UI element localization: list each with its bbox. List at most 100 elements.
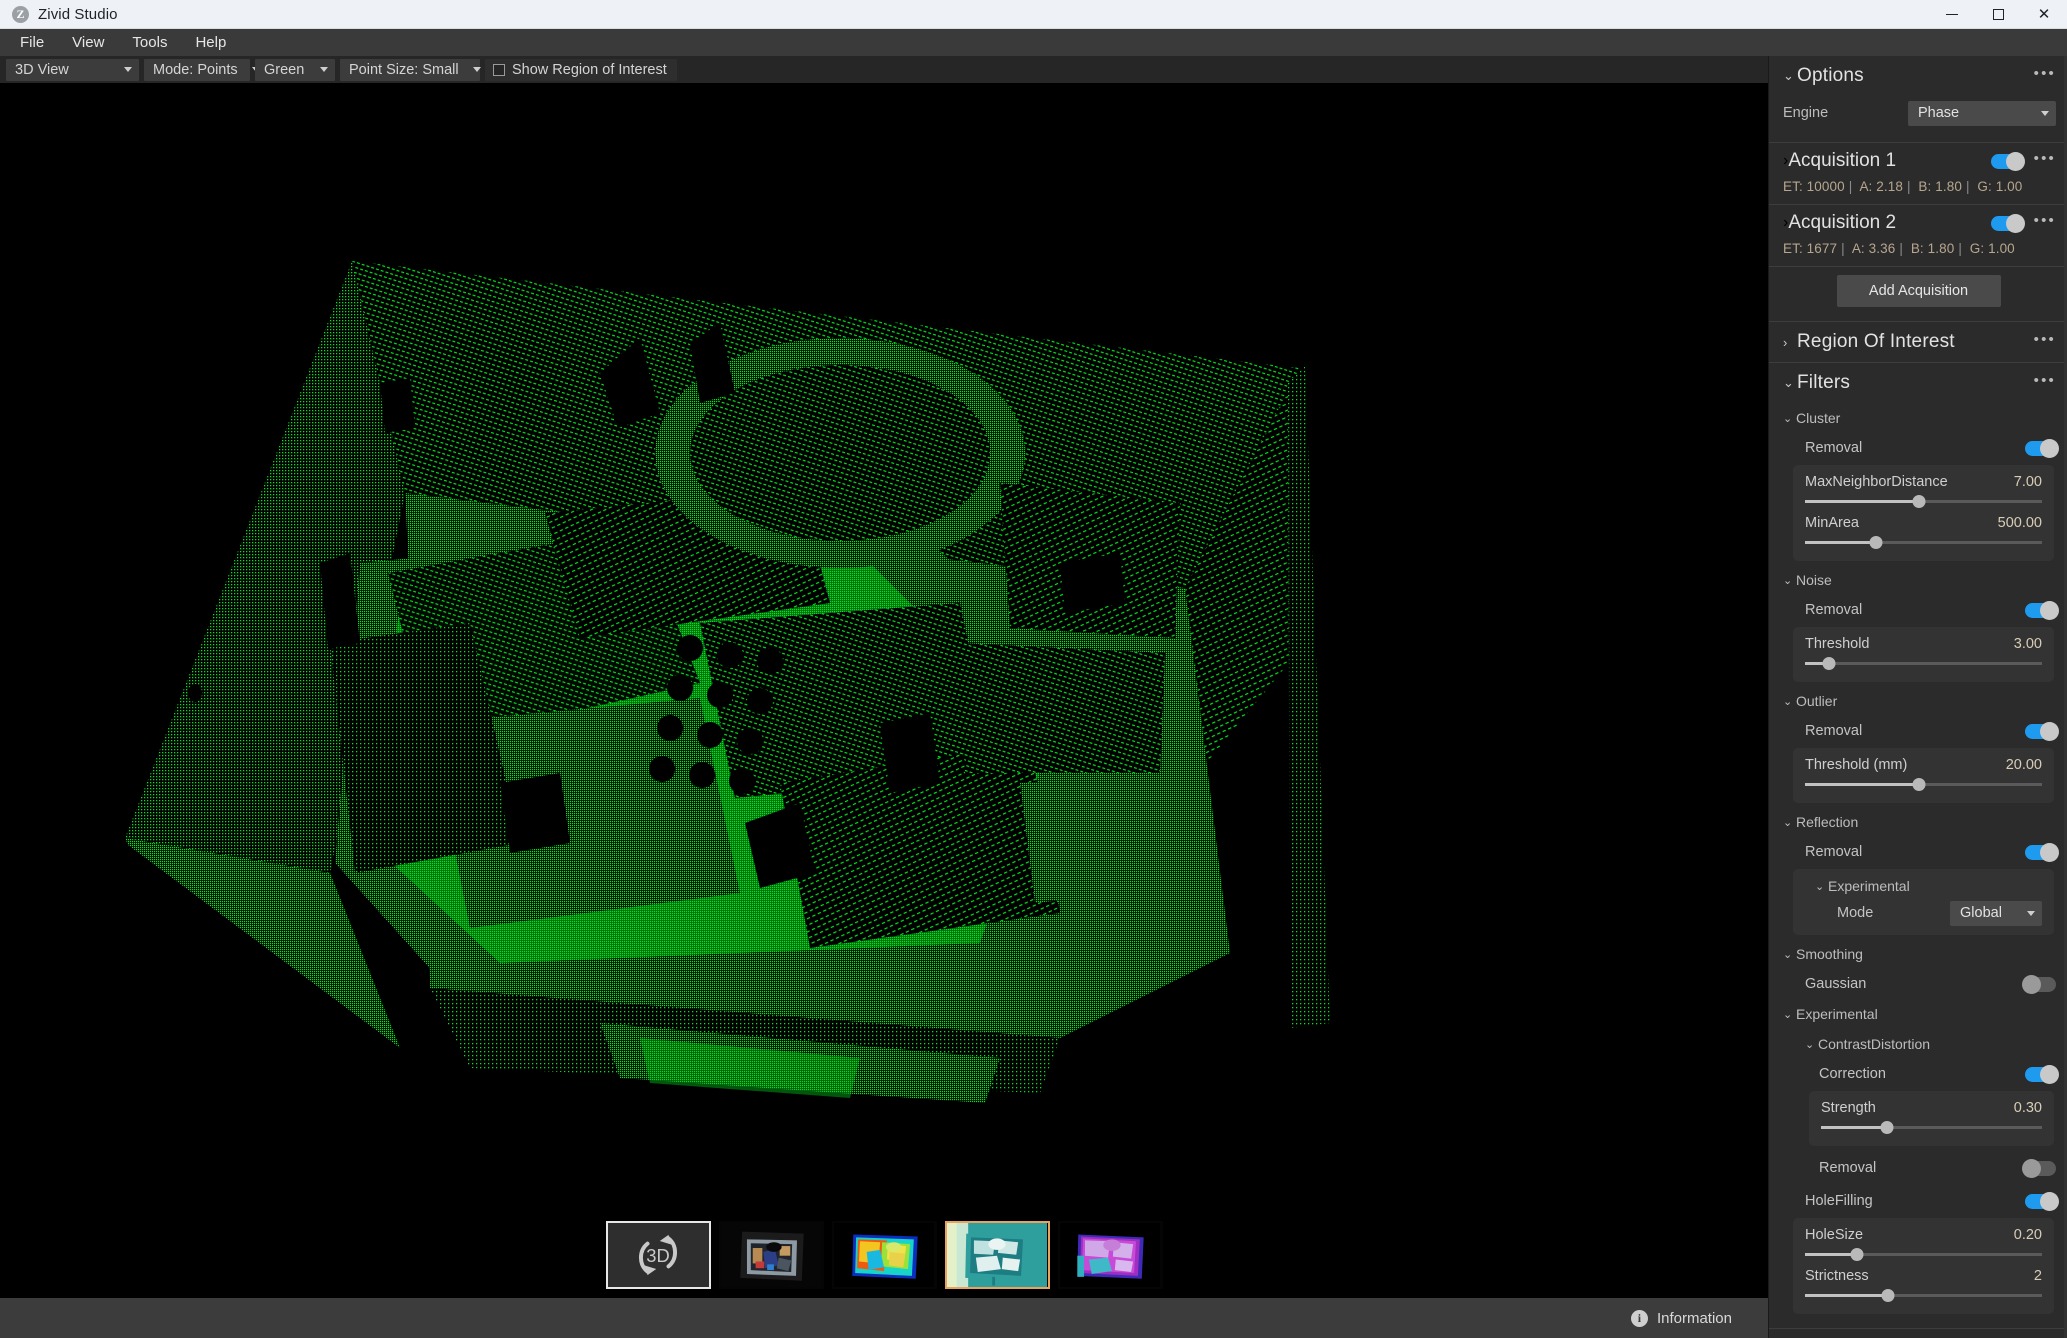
thumbnail-3d-view[interactable]: 3D <box>605 1221 711 1289</box>
region-of-interest-header[interactable]: › Region Of Interest ••• <box>1769 322 2067 362</box>
maxneighbordistance-label: MaxNeighborDistance <box>1805 474 1948 490</box>
chevron-down-icon: ⌄ <box>1783 695 1793 708</box>
holesize-slider[interactable] <box>1805 1246 2042 1262</box>
minimize-button[interactable] <box>1929 0 1975 29</box>
reflection-removal-toggle[interactable] <box>2025 842 2059 862</box>
outlier-threshold-slider[interactable] <box>1805 776 2042 792</box>
point-size-value: Point Size: Small <box>349 61 459 78</box>
information-label: Information <box>1656 1309 1732 1327</box>
window-controls: ✕ <box>1929 0 2067 29</box>
filter-group-experimental[interactable]: ⌄ Experimental <box>1769 999 2067 1029</box>
show-roi-label: Show Region of Interest <box>512 61 667 78</box>
chevron-right-icon: › <box>1783 334 1788 350</box>
outlier-slider-card: Threshold (mm) 20.00 <box>1793 748 2054 803</box>
render-mode-dropdown[interactable]: Mode: Points <box>144 58 260 81</box>
experimental-label: Experimental <box>1796 1006 1878 1022</box>
thumbnail-depth-map[interactable] <box>831 1221 937 1289</box>
show-roi-checkbox[interactable]: Show Region of Interest <box>485 58 677 81</box>
minarea-slider[interactable] <box>1805 534 2042 550</box>
menu-view[interactable]: View <box>60 32 116 53</box>
maxneighbordistance-value: 7.00 <box>2013 474 2042 490</box>
gaussian-toggle[interactable] <box>2022 974 2056 994</box>
noise-label: Noise <box>1796 572 1832 588</box>
acquisition-2-overflow-dots-icon[interactable]: ••• <box>2034 213 2056 233</box>
information-button[interactable]: i Information <box>1630 1309 1768 1327</box>
filters-overflow-dots-icon[interactable]: ••• <box>2034 373 2056 393</box>
thumbnail-snr-map[interactable] <box>944 1221 1050 1289</box>
svg-text:3D: 3D <box>646 1245 669 1266</box>
noise-removal-toggle[interactable] <box>2025 600 2059 620</box>
reflection-label: Reflection <box>1796 814 1859 830</box>
acquisition-1-params: ET: 10000 | A: 2.18 | B: 1.80 | G: 1.00 <box>1783 179 2023 194</box>
acquisition-1-toggle[interactable] <box>1990 151 2025 171</box>
reflection-mode-value: Global <box>1960 905 2002 921</box>
acquisition-1-header[interactable]: › Acquisition 1 ••• <box>1769 143 2067 179</box>
filter-group-outlier[interactable]: ⌄ Outlier <box>1769 686 2067 716</box>
filter-group-smoothing[interactable]: ⌄ Smoothing <box>1769 939 2067 969</box>
outlier-label: Outlier <box>1796 693 1838 709</box>
cluster-removal-toggle[interactable] <box>2025 438 2059 458</box>
view-toolbar: 3D View Mode: Points Green Point Size: S… <box>0 56 2067 83</box>
filter-group-noise[interactable]: ⌄ Noise <box>1769 565 2067 595</box>
status-bar: i Information <box>0 1298 1768 1338</box>
settings-panel: ⌄ Options ••• Engine Phase › Acquisition… <box>1768 56 2067 1338</box>
engine-dropdown[interactable]: Phase <box>1908 100 2056 126</box>
reflection-experimental-card: ⌄ Experimental Mode Global <box>1793 869 2054 935</box>
filters-title: Filters <box>1797 372 1851 393</box>
maximize-button[interactable] <box>1975 0 2021 29</box>
outlier-removal-toggle[interactable] <box>2025 721 2059 741</box>
menu-help[interactable]: Help <box>183 32 238 53</box>
acquisition-1-overflow-dots-icon[interactable]: ••• <box>2034 151 2056 171</box>
add-acquisition-button[interactable]: Add Acquisition <box>1836 275 2001 307</box>
options-section-header[interactable]: ⌄ Options ••• <box>1769 56 2067 96</box>
noise-removal-row: Removal <box>1769 595 2067 625</box>
chevron-down-icon: ⌄ <box>1783 412 1793 425</box>
chevron-down-icon: ⌄ <box>1783 574 1793 587</box>
color-scheme-dropdown[interactable]: Green <box>255 58 335 81</box>
strictness-slider[interactable] <box>1805 1287 2042 1303</box>
noise-removal-label: Removal <box>1805 602 1863 618</box>
point-size-dropdown[interactable]: Point Size: Small <box>340 58 481 81</box>
noise-threshold-slider[interactable] <box>1805 655 2042 671</box>
region-of-interest-title: Region Of Interest <box>1797 331 1955 352</box>
app-icon: Z <box>12 5 29 23</box>
cluster-label: Cluster <box>1796 410 1841 426</box>
filter-group-reflection[interactable]: ⌄ Reflection <box>1769 807 2067 837</box>
filters-header[interactable]: ⌄ Filters ••• <box>1769 363 2067 403</box>
3d-point-cloud-viewport[interactable] <box>0 83 1768 1298</box>
reflection-mode-dropdown[interactable]: Global <box>1950 900 2042 926</box>
acquisition-2-header[interactable]: › Acquisition 2 ••• <box>1769 205 2067 241</box>
chevron-down-icon <box>2027 910 2035 916</box>
holefilling-toggle[interactable] <box>2025 1191 2059 1211</box>
chevron-down-icon <box>2041 110 2049 116</box>
strength-slider[interactable] <box>1821 1119 2042 1135</box>
roi-overflow-dots-icon[interactable]: ••• <box>2034 332 2056 352</box>
cd-removal-toggle[interactable] <box>2022 1158 2056 1178</box>
chevron-down-icon: ⌄ <box>1815 880 1825 893</box>
acquisition-2-toggle[interactable] <box>1990 213 2025 233</box>
view-mode-value: 3D View <box>15 61 69 78</box>
menu-file[interactable]: File <box>8 32 56 53</box>
close-button[interactable]: ✕ <box>2021 0 2067 29</box>
zivid-studio-window: Z Zivid Studio ✕ File View Tools Help 3D… <box>0 0 2067 1338</box>
divider <box>1769 1328 2067 1329</box>
strictness-label: Strictness <box>1805 1268 1869 1284</box>
chevron-down-icon: ⌄ <box>1805 1038 1815 1051</box>
chevron-down-icon: ⌄ <box>1783 816 1793 829</box>
add-acquisition-row: Add Acquisition <box>1769 267 2067 321</box>
reflection-experimental-group[interactable]: ⌄ Experimental <box>1805 873 2042 899</box>
maxneighbordistance-slider[interactable] <box>1805 493 2042 509</box>
strength-value: 0.30 <box>2013 1100 2042 1116</box>
rotate-3d-icon: 3D <box>608 1223 709 1287</box>
render-mode-value: Mode: Points <box>153 61 238 78</box>
correction-toggle[interactable] <box>2025 1064 2059 1084</box>
filter-group-cluster[interactable]: ⌄ Cluster <box>1769 403 2067 433</box>
thumbnail-normals-map[interactable] <box>1057 1221 1163 1289</box>
options-overflow-dots-icon[interactable]: ••• <box>2034 66 2056 86</box>
view-mode-dropdown[interactable]: 3D View <box>6 58 139 81</box>
menu-tools[interactable]: Tools <box>120 32 179 53</box>
noise-threshold-label: Threshold <box>1805 636 1870 652</box>
thumbnail-rgb-image[interactable] <box>718 1221 824 1289</box>
contrastdistortion-group[interactable]: ⌄ ContrastDistortion <box>1769 1029 2067 1059</box>
acquisition-2-title: Acquisition 2 <box>1788 212 1897 233</box>
